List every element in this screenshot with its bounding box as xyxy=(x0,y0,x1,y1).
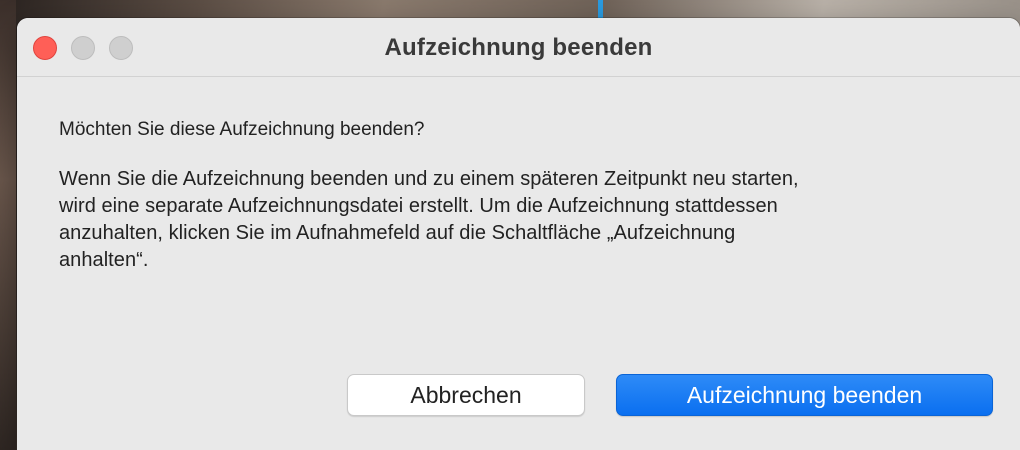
window-title: Aufzeichnung beenden xyxy=(384,34,653,61)
dialog-message-line: anhalten“. xyxy=(59,249,149,271)
cancel-button[interactable]: Abbrechen xyxy=(347,374,585,416)
dialog-message-line: wird eine separate Aufzeichnungsdatei er… xyxy=(59,195,778,217)
alert-dialog: Aufzeichnung beenden Möchten Sie diese A… xyxy=(17,18,1020,450)
background-accent-line xyxy=(598,0,603,18)
dialog-content: Möchten Sie diese Aufzeichnung beenden? … xyxy=(59,118,999,274)
dialog-question: Möchten Sie diese Aufzeichnung beenden? xyxy=(59,119,425,140)
stop-recording-button[interactable]: Aufzeichnung beenden xyxy=(616,374,993,416)
dialog-message-line: anzuhalten, klicken Sie im Aufnahmefeld … xyxy=(59,222,736,244)
dialog-message: Wenn Sie die Aufzeichnung beenden und zu… xyxy=(59,166,999,274)
dialog-buttons: Abbrechen Aufzeichnung beenden xyxy=(17,374,1020,418)
title-bar: Aufzeichnung beenden xyxy=(17,18,1020,77)
dialog-message-line: Wenn Sie die Aufzeichnung beenden und zu… xyxy=(59,168,799,190)
background-video-left xyxy=(0,0,16,450)
